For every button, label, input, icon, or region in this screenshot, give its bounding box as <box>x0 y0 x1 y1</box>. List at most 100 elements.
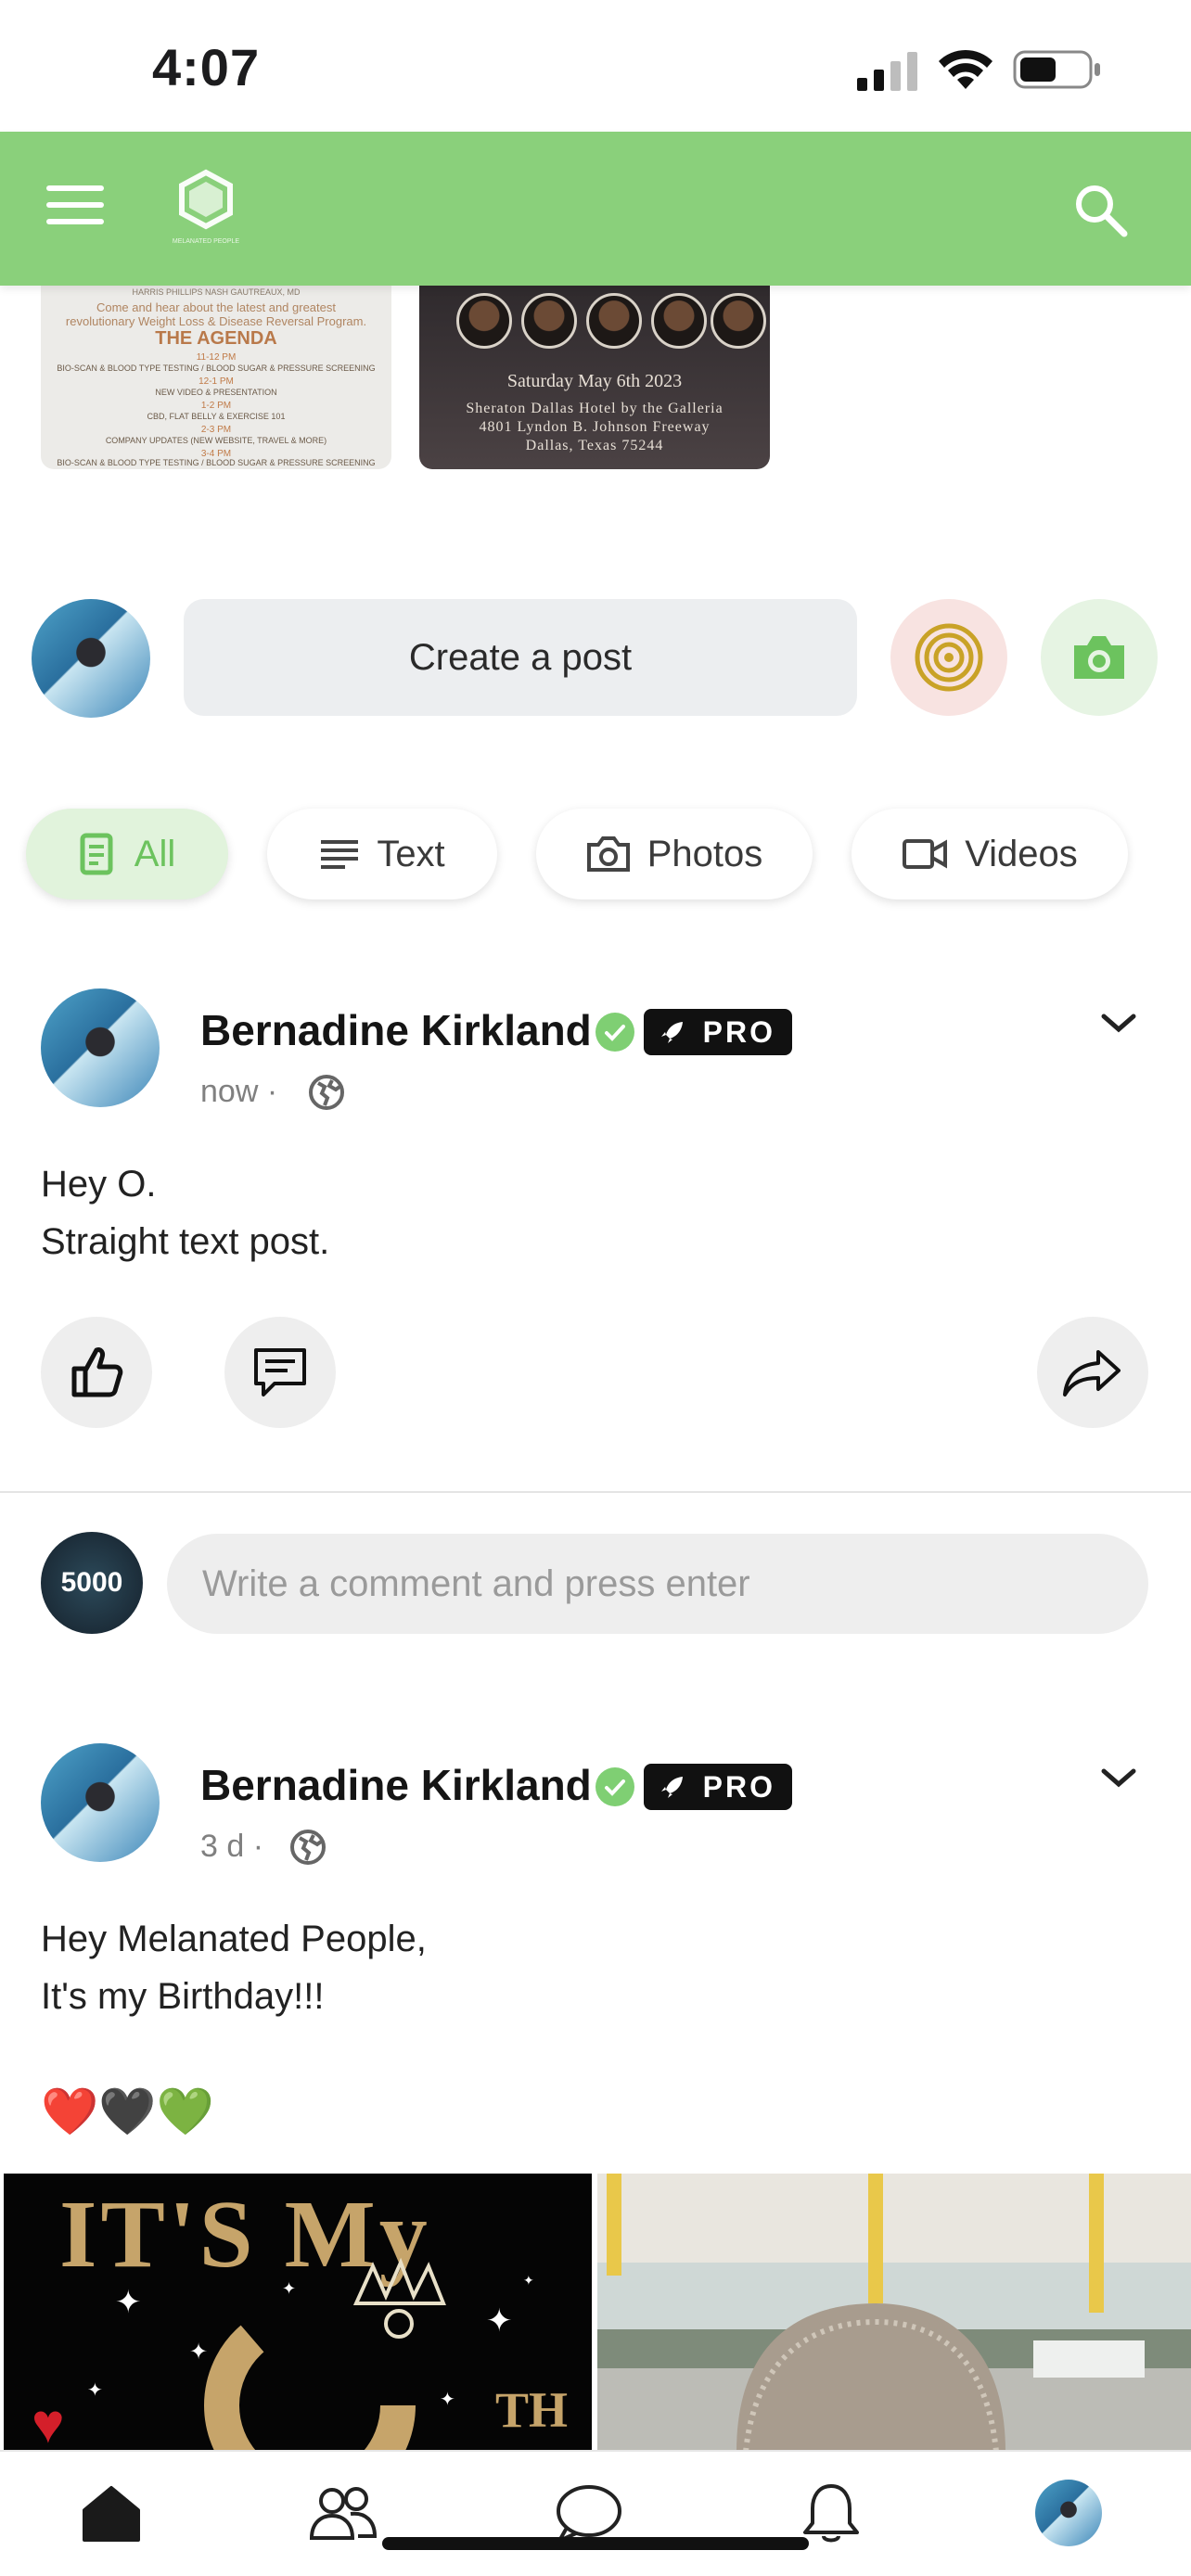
agenda-title: THE AGENDA <box>155 328 277 349</box>
home-indicator <box>382 2537 809 2550</box>
event-venue-2: 4801 Lyndon B. Johnson Freeway <box>479 419 711 435</box>
agenda-slot-4-time: 2-3 PM <box>200 425 232 435</box>
share-button[interactable] <box>1037 1317 1148 1428</box>
svg-text:✦: ✦ <box>440 2390 455 2410</box>
tab-all-label: All <box>134 833 176 874</box>
svg-text:✦: ✦ <box>282 2279 296 2298</box>
profile-avatar <box>1035 2480 1102 2546</box>
event-venue-1: Sheraton Dallas Hotel by the Galleria <box>466 401 724 416</box>
featured-media-strip: HARRIS PHILLIPS NASH GAUTREAUX, MD Come … <box>0 286 1191 471</box>
share-icon <box>1063 1350 1121 1396</box>
avatar[interactable] <box>32 599 150 718</box>
post-body: Hey O. Straight text post. <box>41 1164 330 1262</box>
post-composer: Create a post <box>0 593 1191 723</box>
agenda-names: HARRIS PHILLIPS NASH GAUTREAUX, MD <box>132 287 301 297</box>
video-icon <box>903 839 948 869</box>
agenda-tagline-2: revolutionary Weight Loss & Disease Reve… <box>65 314 367 328</box>
chevron-down-icon[interactable] <box>1098 1764 1139 1792</box>
logo-icon[interactable]: MELANATED PEOPLE <box>171 167 254 250</box>
battery-icon <box>1013 50 1100 89</box>
speaker-photo <box>651 293 707 349</box>
document-icon <box>80 833 113 875</box>
event-venue-3: Dallas, Texas 75244 <box>525 438 664 453</box>
birthday-selfie-photo[interactable] <box>597 2174 1191 2452</box>
tab-videos-label: Videos <box>965 833 1078 874</box>
author-avatar[interactable] <box>41 988 160 1107</box>
post-card: Bernadine Kirkland PRO 3 d · Hey Melanat… <box>0 1738 1191 2174</box>
post-timestamp: now · <box>200 1074 278 1109</box>
tab-videos[interactable]: Videos <box>852 809 1128 899</box>
event-flyer-thumbnail[interactable]: Saturday May 6th 2023 Sheraton Dallas Ho… <box>419 286 770 469</box>
agenda-flyer-thumbnail[interactable]: HARRIS PHILLIPS NASH GAUTREAUX, MD Come … <box>41 286 391 469</box>
feed-filter-tabs: All Text Photos Videos <box>0 809 1191 901</box>
speaker-photo <box>711 293 766 349</box>
commenter-avatar[interactable]: 5000 <box>41 1532 143 1634</box>
agenda-slot-2: NEW VIDEO & PRESENTATION <box>155 388 277 397</box>
text-lines-icon <box>321 840 359 869</box>
post-body: Hey Melanated People, It's my Birthday!!… <box>41 1910 427 2140</box>
speaker-photo <box>521 293 577 349</box>
post-photo-grid: IT'S My TH ✦ ✦ ✦ ✦ ✦ ✦ ✦ ♥ <box>0 2174 1191 2452</box>
app-header: MELANATED PEOPLE <box>0 132 1191 286</box>
thumbs-up-icon <box>71 1347 123 1397</box>
agenda-slot-5: BIO-SCAN & BLOOD TYPE TESTING / BLOOD SU… <box>57 458 376 467</box>
post-card: Bernadine Kirkland PRO now · Hey O. Stra… <box>0 983 1191 1502</box>
chat-icon <box>556 2485 621 2543</box>
tab-text-label: Text <box>377 833 445 874</box>
agenda-slot-1: BIO-SCAN & BLOOD TYPE TESTING / BLOOD SU… <box>57 363 376 373</box>
comment-input[interactable] <box>167 1534 1148 1634</box>
home-icon <box>83 2486 140 2542</box>
nav-profile[interactable] <box>1031 2478 1106 2548</box>
photo-scene <box>607 2174 1145 2452</box>
author-name[interactable]: Bernadine Kirkland <box>200 1005 592 1055</box>
status-time: 4:07 <box>152 38 261 96</box>
birthday-graphic-photo[interactable]: IT'S My TH ✦ ✦ ✦ ✦ ✦ ✦ ✦ ♥ <box>4 2174 592 2452</box>
agenda-slot-4: COMPANY UPDATES (NEW WEBSITE, TRAVEL & M… <box>105 436 327 445</box>
rocket-icon <box>661 1022 683 1043</box>
globe-icon <box>309 1075 344 1110</box>
svg-text:✦: ✦ <box>87 2380 103 2401</box>
bell-icon <box>803 2484 859 2543</box>
nav-home[interactable] <box>74 2478 148 2548</box>
comment-button[interactable] <box>224 1317 336 1428</box>
rocket-icon <box>661 1777 683 1798</box>
poll-button[interactable] <box>890 599 1007 716</box>
tab-text[interactable]: Text <box>267 809 497 899</box>
tab-photos-label: Photos <box>647 833 763 874</box>
camera-outline-icon <box>586 836 630 872</box>
target-icon <box>915 623 983 692</box>
divider <box>0 1491 1191 1493</box>
nav-people[interactable] <box>306 2478 380 2548</box>
svg-text:✦: ✦ <box>523 2273 534 2288</box>
verified-icon <box>596 1767 634 1806</box>
author-name[interactable]: Bernadine Kirkland <box>200 1760 592 1810</box>
pro-badge-label: PRO <box>702 1014 775 1049</box>
menu-icon[interactable] <box>46 185 104 230</box>
like-button[interactable] <box>41 1317 152 1428</box>
agenda-slot-2-time: 12-1 PM <box>198 376 234 387</box>
agenda-slot-3: CBD, FLAT BELLY & EXERCISE 101 <box>147 412 286 421</box>
wifi-icon <box>939 49 992 89</box>
bottom-navigation <box>0 2450 1191 2576</box>
photo-upload-button[interactable] <box>1041 599 1158 716</box>
search-icon[interactable] <box>1070 180 1130 239</box>
chevron-down-icon[interactable] <box>1098 1009 1139 1037</box>
globe-icon <box>290 1830 326 1865</box>
comment-icon <box>254 1348 306 1396</box>
pro-badge-label: PRO <box>702 1769 775 1804</box>
pro-badge: PRO <box>644 1764 792 1810</box>
verified-icon <box>596 1013 634 1052</box>
people-icon <box>309 2487 378 2540</box>
tab-photos[interactable]: Photos <box>536 809 813 899</box>
cellular-signal-icon <box>857 52 917 91</box>
heart-emojis: ❤️🖤💚 <box>41 2085 214 2137</box>
svg-text:♥: ♥ <box>32 2392 65 2452</box>
status-bar: 4:07 <box>0 0 1191 132</box>
create-post-button[interactable]: Create a post <box>184 599 857 716</box>
tab-all[interactable]: All <box>26 809 228 899</box>
post-timestamp: 3 d · <box>200 1829 264 1864</box>
logo-text: MELANATED PEOPLE <box>173 238 240 245</box>
svg-text:✦: ✦ <box>115 2285 142 2320</box>
speaker-photo <box>456 293 512 349</box>
author-avatar[interactable] <box>41 1743 160 1862</box>
